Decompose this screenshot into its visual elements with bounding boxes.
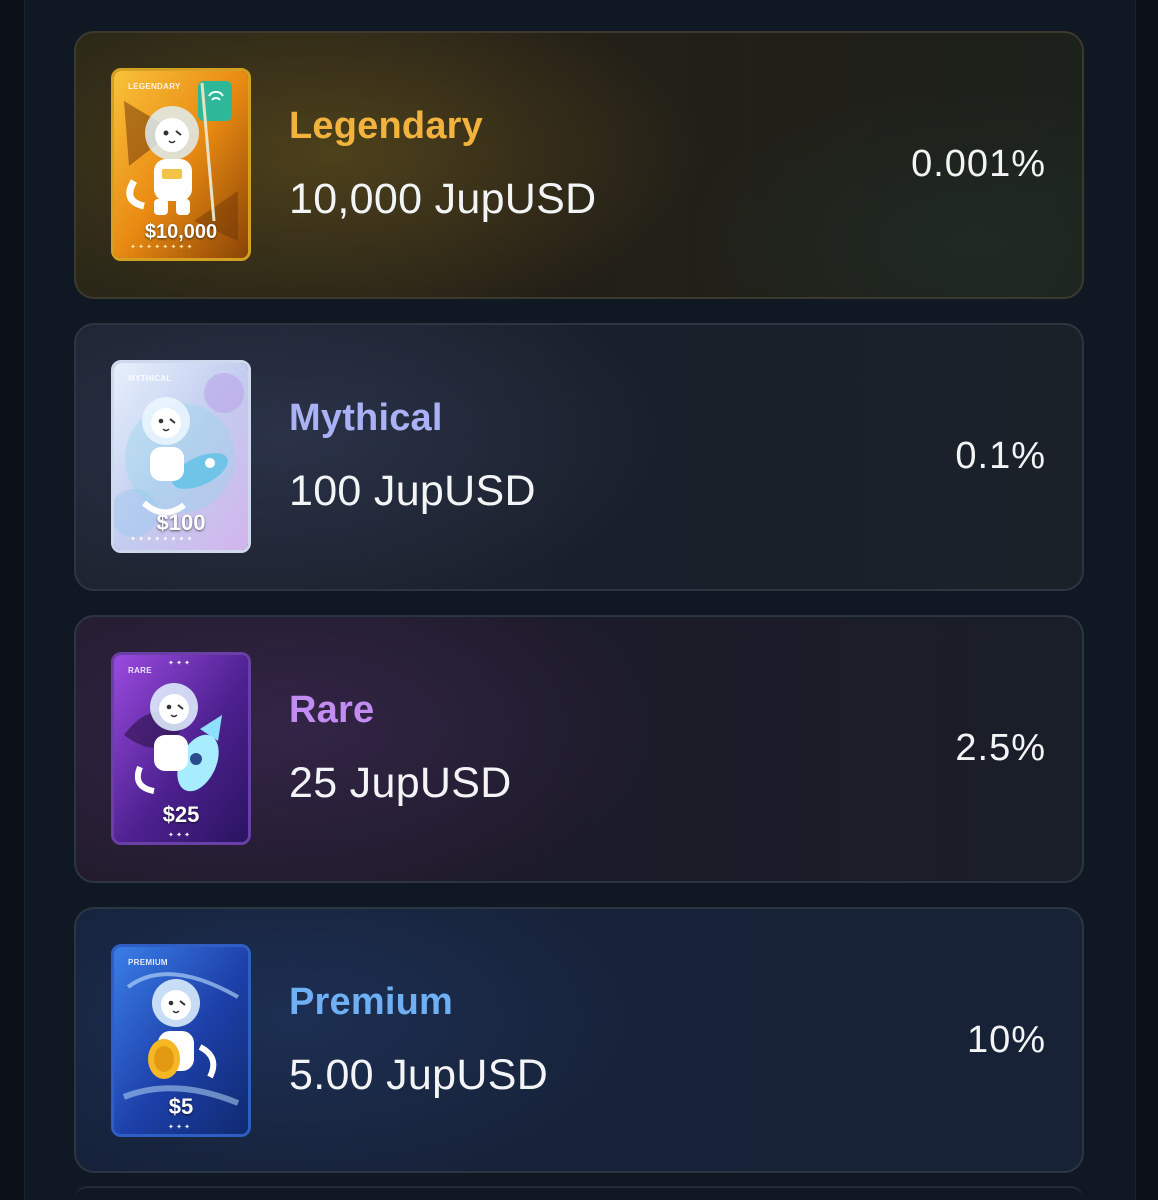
tier-odds-rare: 2.5% bbox=[955, 727, 1046, 769]
svg-text:✦ ✦ ✦ ✦ ✦ ✦ ✦ ✦: ✦ ✦ ✦ ✦ ✦ ✦ ✦ ✦ bbox=[130, 243, 193, 251]
mythical-card-image: ✦ ✦ ✦ ✦ ✦ ✦ ✦ ✦ MYTHICAL $100 bbox=[111, 360, 251, 553]
next-tier-row-edge bbox=[74, 1186, 1084, 1200]
tier-odds-premium: 10% bbox=[966, 1019, 1046, 1061]
tier-name-legendary: Legendary bbox=[289, 105, 483, 147]
premium-card-price: $5 bbox=[168, 1094, 194, 1119]
svg-text:✦ ✦ ✦ ✦ ✦ ✦ ✦ ✦: ✦ ✦ ✦ ✦ ✦ ✦ ✦ ✦ bbox=[130, 535, 193, 543]
legendary-card-price: $10,000 bbox=[144, 221, 218, 243]
tier-odds-mythical: 0.1% bbox=[955, 435, 1046, 477]
tier-name-rare: Rare bbox=[289, 689, 375, 731]
mythical-card-rarity-label: MYTHICAL bbox=[128, 374, 172, 383]
mythical-card-price: $100 bbox=[156, 510, 206, 535]
tier-row-premium[interactable]: ✦ ✦ ✦ PREMIUM $5 Premium 5.00 JupUSD 10% bbox=[74, 907, 1084, 1173]
legendary-card-rarity-label: LEGENDARY bbox=[128, 82, 181, 91]
rare-card-rarity-label: RARE bbox=[128, 666, 152, 675]
legendary-card-image: ✦ ✦ ✦ ✦ ✦ ✦ ✦ ✦ LEGENDARY $10,000 bbox=[111, 68, 251, 261]
tier-name-premium: Premium bbox=[289, 981, 454, 1023]
rare-card-price: $25 bbox=[162, 802, 200, 827]
reward-tier-list: ✦ ✦ ✦ ✦ ✦ ✦ ✦ ✦ LEGENDARY $10,000 Legend… bbox=[74, 31, 1084, 1173]
rare-card-image: ✦ ✦ ✦ ✦ ✦ ✦ RARE $25 bbox=[111, 652, 251, 845]
tier-amount-rare: 25 JupUSD bbox=[289, 759, 512, 807]
svg-text:✦ ✦ ✦: ✦ ✦ ✦ bbox=[168, 831, 190, 839]
tier-amount-premium: 5.00 JupUSD bbox=[289, 1051, 549, 1099]
svg-text:✦ ✦ ✦: ✦ ✦ ✦ bbox=[168, 1123, 190, 1131]
tier-amount-mythical: 100 JupUSD bbox=[289, 467, 536, 515]
premium-card-image: ✦ ✦ ✦ PREMIUM $5 bbox=[111, 944, 251, 1137]
tier-name-mythical: Mythical bbox=[289, 397, 443, 439]
svg-text:✦ ✦ ✦: ✦ ✦ ✦ bbox=[168, 659, 190, 667]
tier-amount-legendary: 10,000 JupUSD bbox=[289, 175, 597, 223]
tier-row-legendary[interactable]: ✦ ✦ ✦ ✦ ✦ ✦ ✦ ✦ LEGENDARY $10,000 Legend… bbox=[74, 31, 1084, 299]
tier-row-rare[interactable]: ✦ ✦ ✦ ✦ ✦ ✦ RARE $25 Rare 25 JupUSD 2.5% bbox=[74, 615, 1084, 883]
tier-row-mythical[interactable]: ✦ ✦ ✦ ✦ ✦ ✦ ✦ ✦ MYTHICAL $100 Mythical 1… bbox=[74, 323, 1084, 591]
tier-odds-legendary: 0.001% bbox=[911, 143, 1046, 185]
premium-card-rarity-label: PREMIUM bbox=[128, 958, 168, 967]
